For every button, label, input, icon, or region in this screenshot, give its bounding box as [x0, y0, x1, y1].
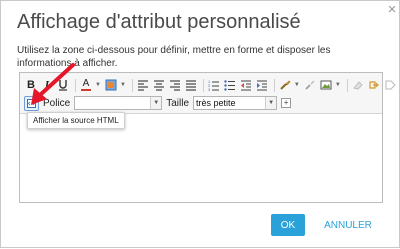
toolbar-separator: [131, 78, 133, 92]
bullet-list-button[interactable]: [223, 78, 237, 92]
outdent-button[interactable]: [239, 78, 253, 92]
close-icon[interactable]: ×: [386, 2, 398, 17]
tag-button[interactable]: [383, 78, 397, 92]
justify-button[interactable]: [184, 78, 198, 92]
toolbar-separator: [273, 78, 275, 92]
align-center-icon: [153, 80, 164, 91]
font-size-value: très petite: [196, 98, 236, 108]
font-color-swatch: [81, 89, 91, 91]
toolbar-separator: [346, 78, 348, 92]
font-color-button[interactable]: A: [79, 78, 93, 92]
highlight-color-button[interactable]: [104, 78, 118, 92]
size-label: Taille: [166, 97, 190, 109]
align-left-button[interactable]: [136, 78, 150, 92]
italic-button[interactable]: I: [40, 78, 54, 92]
image-dropdown-icon[interactable]: ▼: [335, 82, 341, 88]
cancel-button[interactable]: ANNULER: [316, 214, 380, 236]
indent-icon: [256, 80, 267, 91]
align-right-button[interactable]: [168, 78, 182, 92]
editor-toolbar: B I A ▼ ▼ 1 2 3 ▼ ▼ Police ▼ Taille très…: [20, 73, 396, 114]
clear-format-button[interactable]: [351, 78, 365, 92]
show-html-source-button[interactable]: [24, 95, 39, 111]
font-color-label: A: [82, 78, 90, 89]
align-center-button[interactable]: [152, 78, 166, 92]
font-family-select[interactable]: ▼: [74, 96, 163, 110]
font-size-select[interactable]: très petite ▼: [193, 96, 278, 110]
underline-icon: [59, 80, 67, 91]
rich-text-editor[interactable]: B I A ▼ ▼ 1 2 3 ▼ ▼ Police ▼ Taille très…: [19, 72, 396, 203]
numbered-list-button[interactable]: 1 2 3: [207, 78, 221, 92]
toolbar-separator: [75, 78, 76, 92]
numbered-list-icon: 1 2 3: [208, 79, 219, 91]
italic-label: I: [44, 79, 50, 91]
custom-attribute-dialog: × Affichage d'attribut personnalisé Util…: [0, 0, 400, 248]
dialog-description: Utilisez la zone ci-dessous pour définir…: [17, 45, 331, 69]
outdent-icon: [240, 80, 251, 91]
align-right-icon: [169, 80, 180, 91]
html-source-icon: [27, 98, 36, 108]
insert-image-button[interactable]: [319, 78, 333, 92]
toolbar-separator: [202, 78, 204, 92]
insert-field-button[interactable]: [367, 78, 381, 92]
highlight-icon: [105, 79, 117, 91]
chevron-down-icon: ▼: [265, 97, 277, 109]
bold-button[interactable]: B: [24, 78, 38, 92]
dialog-title: Affichage d'attribut personnalisé: [17, 11, 301, 33]
link-dropdown-icon[interactable]: ▼: [294, 82, 300, 88]
add-button[interactable]: +: [281, 98, 292, 108]
tooltip: Afficher la source HTML: [27, 112, 125, 129]
font-color-dropdown-icon[interactable]: ▼: [95, 82, 101, 88]
bullet-list-icon: [224, 80, 235, 91]
svg-text:3: 3: [208, 87, 211, 91]
underline-button[interactable]: [56, 78, 70, 92]
remove-link-button[interactable]: [303, 78, 317, 92]
indent-button[interactable]: [255, 78, 269, 92]
align-left-icon: [137, 80, 148, 91]
ok-button[interactable]: OK: [271, 214, 305, 236]
field-icon: [369, 81, 379, 89]
bold-label: B: [27, 79, 35, 91]
image-icon: [320, 80, 332, 90]
justify-icon: [185, 80, 196, 91]
tag-icon: [385, 80, 396, 90]
unlink-icon: [305, 80, 315, 90]
highlight-dropdown-icon[interactable]: ▼: [120, 82, 126, 88]
eraser-icon: [353, 81, 363, 90]
link-icon: [280, 80, 291, 90]
insert-link-button[interactable]: [278, 78, 292, 92]
font-label: Police: [43, 97, 71, 109]
chevron-down-icon: ▼: [150, 97, 162, 109]
